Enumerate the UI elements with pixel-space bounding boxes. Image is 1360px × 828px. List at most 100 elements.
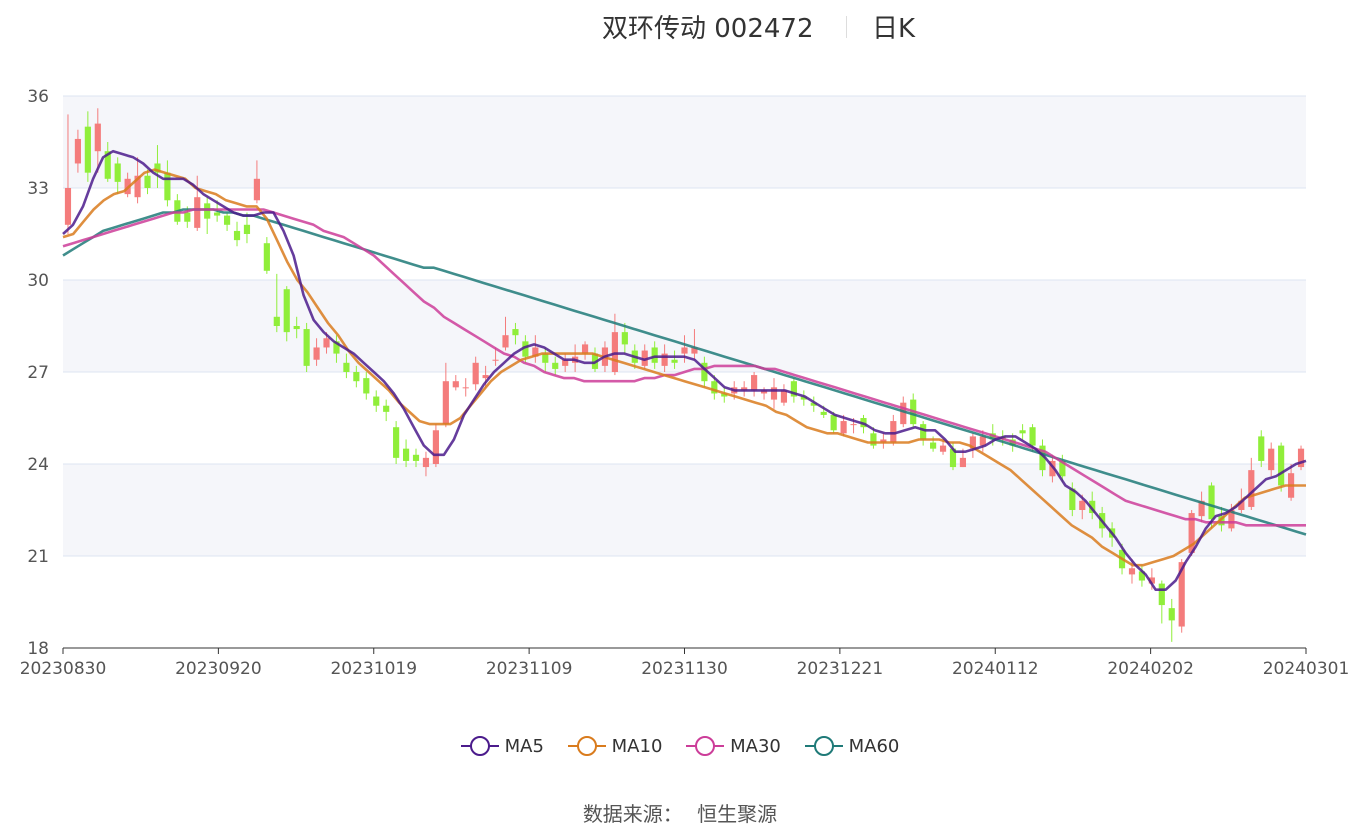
legend-marker-icon <box>804 735 843 757</box>
candle-body <box>820 411 827 415</box>
candle-body <box>383 405 390 412</box>
candle-body <box>462 387 469 389</box>
candle-body <box>1248 470 1255 507</box>
legend-label: MA10 <box>611 735 663 757</box>
candle-body <box>850 424 857 426</box>
legend-label: MA60 <box>848 735 900 757</box>
x-tick-label: 20240202 <box>1107 659 1194 679</box>
candlestick-chart: 18 21 24 27 30 33 36 20230830 20230920 20231019 20… <box>20 87 1350 679</box>
candle-body <box>223 215 231 225</box>
candle-body <box>830 414 837 431</box>
legend-label: MA5 <box>504 735 544 757</box>
candle-body <box>1158 583 1165 606</box>
candle-body <box>273 316 280 326</box>
legend-marker-icon <box>460 735 499 757</box>
x-tick-label: 20230920 <box>175 659 262 679</box>
legend-item-ma5[interactable]: MA5 <box>460 735 544 757</box>
candle-body <box>373 396 380 406</box>
candle-body <box>1168 608 1175 621</box>
y-tick-label: 27 <box>27 363 49 383</box>
candle-body <box>253 178 260 201</box>
candle-body <box>412 454 420 461</box>
x-tick-label: 20240112 <box>952 659 1039 679</box>
candle-body <box>621 332 628 345</box>
data-source: 数据来源： 恒生聚源 <box>0 798 1360 827</box>
candle-body <box>144 175 151 188</box>
candle-body <box>432 430 439 464</box>
legend-item-ma10[interactable]: MA10 <box>567 735 663 757</box>
y-tick-label: 18 <box>27 639 49 659</box>
candle-body <box>581 344 589 354</box>
candle-body <box>1128 568 1136 575</box>
candle-body <box>939 445 947 452</box>
candle-body <box>263 243 270 271</box>
candle-body <box>74 138 81 164</box>
candle-body <box>930 442 937 449</box>
candle-body <box>1029 427 1036 446</box>
legend-item-ma60[interactable]: MA60 <box>804 735 900 757</box>
candle-body <box>84 126 91 173</box>
y-tick-label: 36 <box>27 87 49 107</box>
candle-body <box>751 375 758 391</box>
candle-body <box>611 332 618 372</box>
grid-band <box>63 96 1306 188</box>
x-tick-label: 20240301 <box>1263 659 1350 679</box>
candle-body <box>184 212 191 222</box>
candle-body <box>959 457 967 468</box>
candle-body <box>502 335 509 348</box>
candle-body <box>780 390 788 403</box>
candle-body <box>512 329 519 336</box>
candle-body <box>114 163 121 182</box>
legend-item-ma30[interactable]: MA30 <box>686 735 781 757</box>
y-tick-label: 24 <box>27 455 49 475</box>
candle-body <box>353 372 360 382</box>
candle-body <box>1019 430 1026 434</box>
source-label: 数据来源： <box>582 802 683 826</box>
candle-body <box>552 362 559 369</box>
candle-body <box>313 347 320 360</box>
x-tick-label: 20231221 <box>797 659 884 679</box>
y-tick-label: 30 <box>27 271 49 291</box>
candle-body <box>1208 485 1215 520</box>
candle-body <box>303 329 310 366</box>
candle-body <box>452 381 459 388</box>
candle-body <box>402 448 410 461</box>
candle-body <box>1079 500 1086 510</box>
candle-body <box>323 338 330 348</box>
candle-body <box>422 457 430 468</box>
candle-body <box>542 353 549 363</box>
candle-body <box>472 362 479 385</box>
x-tick-label: 20230830 <box>20 659 107 679</box>
candle-body <box>293 326 300 330</box>
candle-body <box>204 203 211 219</box>
y-tick-label: 21 <box>27 547 49 567</box>
candle-body <box>343 362 350 372</box>
candle-body <box>1268 448 1275 471</box>
candle-body <box>1258 436 1265 461</box>
candle-body <box>64 188 72 225</box>
legend-marker-icon <box>686 735 725 757</box>
candle-body <box>900 402 907 425</box>
candle-body <box>671 359 678 363</box>
legend-marker-icon <box>567 735 606 757</box>
chart-legend: MA5 MA10 MA30 MA60 <box>0 735 1360 762</box>
candle-body <box>651 347 658 363</box>
candle-body <box>840 421 847 434</box>
source-value: 恒生聚源 <box>697 802 778 826</box>
candle-body <box>214 212 221 216</box>
candle-body <box>283 289 290 333</box>
candle-body <box>164 172 171 201</box>
x-tick-label: 20231130 <box>641 659 728 679</box>
legend-label: MA30 <box>730 735 781 757</box>
y-tick-label: 33 <box>27 179 49 199</box>
candle-body <box>492 359 499 361</box>
candle-body <box>442 381 449 425</box>
x-tick-label: 20231109 <box>486 659 573 679</box>
candle-body <box>194 197 201 228</box>
candle-body <box>393 427 400 458</box>
candle-body <box>243 224 251 234</box>
candle-body <box>1278 445 1285 486</box>
candle-body <box>94 123 101 152</box>
candle-body <box>363 378 370 394</box>
candle-body <box>233 230 241 241</box>
